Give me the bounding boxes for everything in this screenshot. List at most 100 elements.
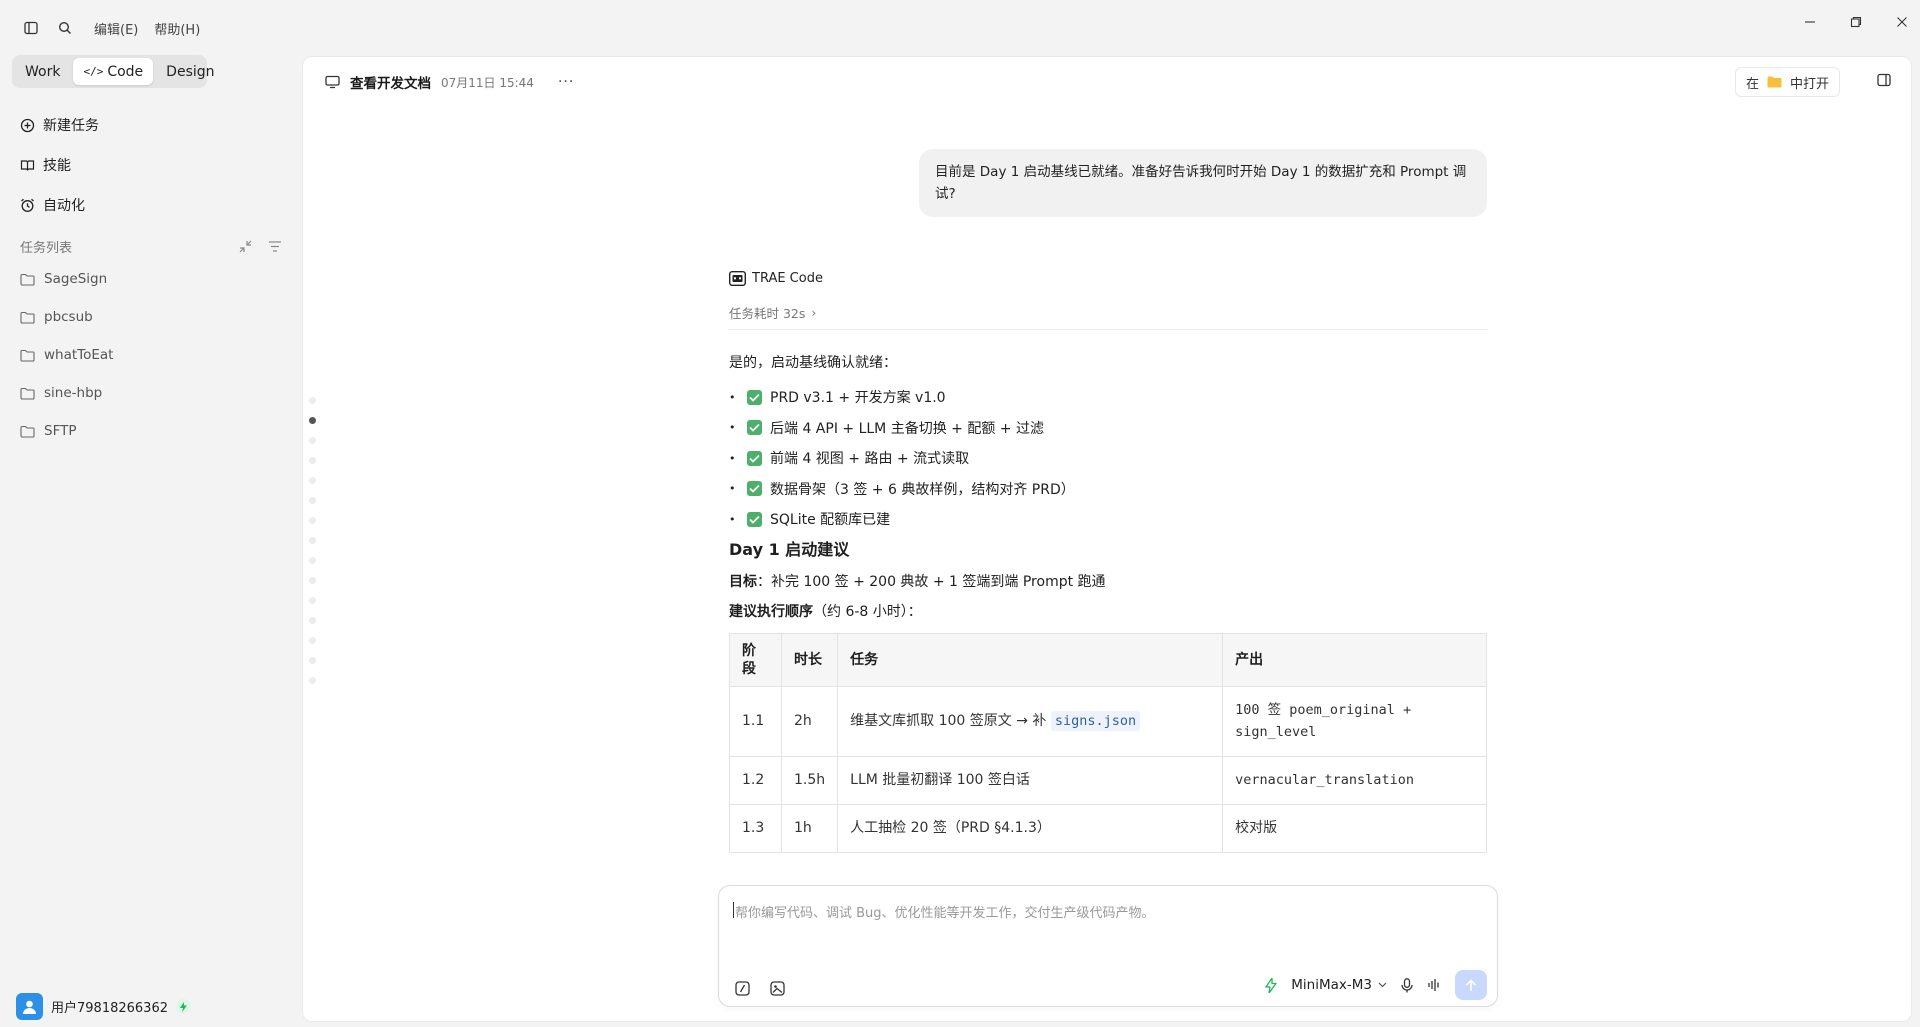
folder-icon <box>20 311 35 324</box>
restore-icon[interactable] <box>1848 14 1864 30</box>
open-in-folder-button[interactable]: 在 中打开 <box>1735 67 1841 97</box>
search-icon[interactable] <box>54 17 76 39</box>
code-icon: </> <box>83 65 104 78</box>
close-icon[interactable] <box>1894 14 1910 30</box>
chat-composer[interactable]: 帮你编写代码、调试 Bug、优化性能等开发工作，交付生产级代码产物。 MiniM… <box>718 885 1498 1007</box>
book-icon <box>20 159 35 171</box>
table-cell: 维基文库抓取 100 签原文 → 补 signs.json <box>837 685 1224 757</box>
sidebar-nav: 新建任务 技能 自动化 <box>20 105 290 225</box>
slash-command-icon[interactable] <box>735 981 750 996</box>
user-name: 用户79818266362 <box>51 1001 168 1016</box>
filter-icon[interactable] <box>268 240 282 253</box>
list-item: • 前端 4 视图 + 路由 + 流式读取 <box>729 450 970 468</box>
menu-edit[interactable]: 编辑(E) <box>94 19 138 38</box>
folder-icon <box>20 387 35 400</box>
mode-tab-code[interactable]: </> Code <box>73 58 154 85</box>
folder-icon <box>20 425 35 438</box>
send-button[interactable] <box>1455 970 1487 1000</box>
sidebar-item-skills[interactable]: 技能 <box>20 145 290 185</box>
composer-tools-right: MiniMax-M3 <box>1265 970 1487 1000</box>
agent-icon <box>729 270 746 286</box>
sidebar-item-new-task[interactable]: 新建任务 <box>20 105 290 145</box>
task-item-label: sine-hbp <box>44 385 103 401</box>
task-item-label: SageSign <box>44 271 108 287</box>
mode-tab-design[interactable]: Design <box>156 58 224 85</box>
sidebar-item-automation[interactable]: 自动化 <box>20 185 290 225</box>
plan-table: 阶段 时长 任务 产出 1.1 2h 维基文库抓取 100 签原文 → 补 si… <box>729 632 1487 853</box>
microphone-icon[interactable] <box>1401 977 1413 993</box>
table-cell: vernacular_translation <box>1222 755 1487 805</box>
task-item-sagesign[interactable]: SageSign <box>20 260 282 298</box>
table-header: 阶段 <box>729 632 782 687</box>
task-item-label: SFTP <box>44 423 77 439</box>
task-item-sine-hbp[interactable]: sine-hbp <box>20 374 282 412</box>
task-item-pbcsub[interactable]: pbcsub <box>20 298 282 336</box>
list-item: • SQLite 配额库已建 <box>729 511 891 529</box>
table-row: 1.3 1h 人工抽检 20 签（PRD §4.1.3） 校对版 <box>729 803 1487 853</box>
model-selector[interactable]: MiniMax-M3 <box>1291 977 1387 993</box>
top-toolbar: 编辑(E) 帮助(H) <box>0 0 302 56</box>
user-message: 目前是 Day 1 启动基线已就绪。准备好告诉我何时开始 Day 1 的数据扩充… <box>919 149 1487 217</box>
goal-line: 目标：补完 100 签 + 200 典故 + 1 签端到端 Prompt 跑通 <box>729 573 1106 590</box>
mode-tab-work[interactable]: Work <box>15 58 70 85</box>
table-row: 1.1 2h 维基文库抓取 100 签原文 → 补 signs.json 100… <box>729 685 1487 757</box>
chevron-right-icon: › <box>811 304 817 320</box>
image-upload-icon[interactable] <box>770 981 785 996</box>
sidebar-toggle-icon[interactable] <box>20 17 42 39</box>
new-task-icon <box>20 118 35 132</box>
menu-help[interactable]: 帮助(H) <box>154 19 200 38</box>
table-cell: 1.1 <box>729 685 782 757</box>
table-cell: 1.3 <box>729 803 782 853</box>
right-panel-toggle-icon[interactable] <box>1877 73 1891 91</box>
conversation-scroll-indicator[interactable] <box>309 397 319 697</box>
bolt-icon[interactable] <box>1265 977 1277 993</box>
task-item-label: pbcsub <box>44 309 93 325</box>
folder-icon <box>20 349 35 362</box>
sidebar-item-label: 新建任务 <box>43 118 99 134</box>
table-cell: 100 签 poem_original + sign_level <box>1222 685 1487 757</box>
page-title: 查看开发文档 <box>350 76 431 92</box>
main-panel: 查看开发文档 07月11日 15:44 ··· 在 中打开 目前是 Day 1 … <box>302 56 1912 1022</box>
timestamp: 07月11日 15:44 <box>441 75 534 90</box>
collapse-icon[interactable] <box>239 240 252 253</box>
text-caret <box>733 902 734 918</box>
bolt-icon <box>175 999 191 1014</box>
task-item-whattoeat[interactable]: whatToEat <box>20 336 282 374</box>
mode-switch: Work </> Code Design <box>12 55 215 88</box>
section-heading: Day 1 启动建议 <box>729 539 850 559</box>
table-header: 任务 <box>837 632 1224 687</box>
task-item-label: whatToEat <box>44 347 114 363</box>
chevron-down-icon <box>1378 982 1387 988</box>
task-duration[interactable]: 任务耗时 32s › <box>729 303 1487 321</box>
list-item: • PRD v3.1 + 开发方案 v1.0 <box>729 389 946 407</box>
user-profile[interactable]: 用户79818266362 <box>16 993 191 1020</box>
voice-wave-icon[interactable] <box>1427 978 1441 992</box>
open-in-prefix: 在 <box>1746 76 1760 92</box>
check-icon <box>747 420 762 436</box>
avatar <box>16 993 43 1020</box>
conversation-header: 查看开发文档 07月11日 15:44 ··· <box>325 70 574 94</box>
window-controls <box>1802 14 1910 30</box>
agent-name: TRAE Code <box>752 270 823 286</box>
table-cell: 1h <box>780 803 839 853</box>
task-list-title: 任务列表 <box>20 240 73 256</box>
composer-input[interactable]: 帮你编写代码、调试 Bug、优化性能等开发工作，交付生产级代码产物。 <box>735 902 1155 921</box>
model-name: MiniMax-M3 <box>1291 977 1372 993</box>
sidebar: 编辑(E) 帮助(H) Work </> Code Design 新建任务 技能… <box>0 0 302 1027</box>
mode-tab-code-label: Code <box>107 63 144 80</box>
table-row: 1.2 1.5h LLM 批量初翻译 100 签白话 vernacular_tr… <box>729 755 1487 805</box>
task-item-sftp[interactable]: SFTP <box>20 412 282 450</box>
monitor-icon <box>325 75 340 89</box>
check-icon <box>747 389 762 405</box>
sidebar-item-label: 自动化 <box>43 198 85 214</box>
folder-icon <box>20 273 35 286</box>
intro-text: 是的，启动基线确认就绪： <box>729 355 897 371</box>
composer-tools-left <box>735 981 785 996</box>
sidebar-item-label: 技能 <box>43 158 71 174</box>
table-cell: 校对版 <box>1222 803 1487 853</box>
more-options-icon[interactable]: ··· <box>558 74 574 90</box>
minimize-icon[interactable] <box>1802 14 1818 30</box>
check-icon <box>747 511 762 527</box>
task-list-header: 任务列表 <box>20 235 282 257</box>
table-header: 时长 <box>780 632 839 687</box>
